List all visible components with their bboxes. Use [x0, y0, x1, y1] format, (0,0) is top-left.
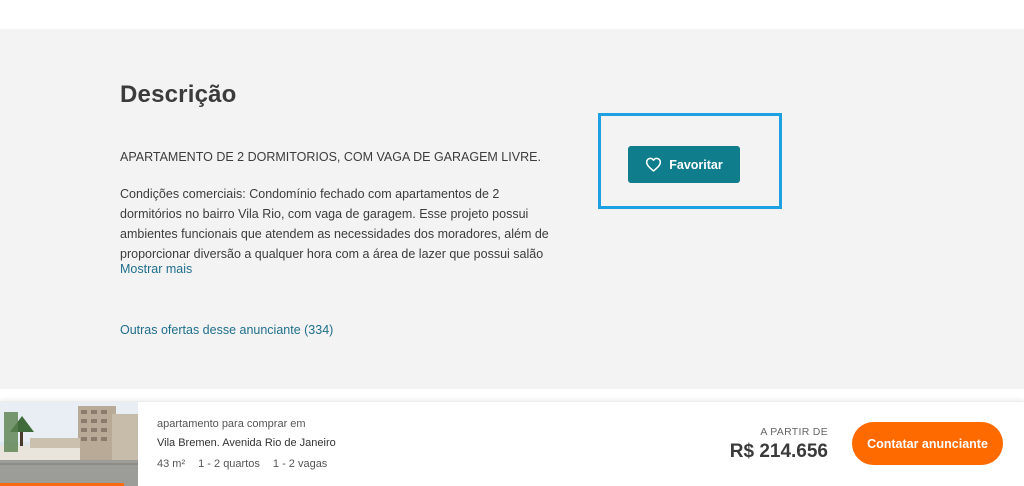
description-title: Descrição — [120, 81, 237, 108]
description-headline: APARTAMENTO DE 2 DORMITORIOS, COM VAGA D… — [120, 150, 541, 164]
favorite-button-label: Favoritar — [669, 157, 723, 172]
description-section: Descrição APARTAMENTO DE 2 DORMITORIOS, … — [0, 29, 1024, 389]
price-value: R$ 214.656 — [729, 441, 828, 462]
price-label: A PARTIR DE — [760, 426, 828, 438]
listing-bottom-bar: apartamento para comprar em Vila Bremen.… — [0, 401, 1024, 486]
listing-parking: 1 - 2 vagas — [272, 458, 328, 470]
listing-thumbnail[interactable] — [0, 402, 138, 486]
description-body: Condições comerciais: Condomínio fechado… — [120, 187, 549, 261]
listing-features: 43 m² 1 - 2 quartos 1 - 2 vagas — [157, 458, 327, 470]
heart-icon — [645, 157, 662, 172]
favorite-button[interactable]: Favoritar — [628, 146, 740, 183]
listing-address: Vila Bremen. Avenida Rio de Janeiro — [157, 437, 336, 449]
contact-advertiser-button[interactable]: Contatar anunciante — [852, 422, 1003, 465]
listing-bedrooms: 1 - 2 quartos — [198, 458, 260, 470]
show-more-link[interactable]: Mostrar mais — [120, 262, 192, 276]
other-offers-link[interactable]: Outras ofertas desse anunciante (334) — [120, 323, 333, 337]
top-strip — [0, 0, 1024, 29]
listing-area: 43 m² — [157, 458, 186, 470]
listing-type: apartamento para comprar em — [157, 418, 306, 430]
